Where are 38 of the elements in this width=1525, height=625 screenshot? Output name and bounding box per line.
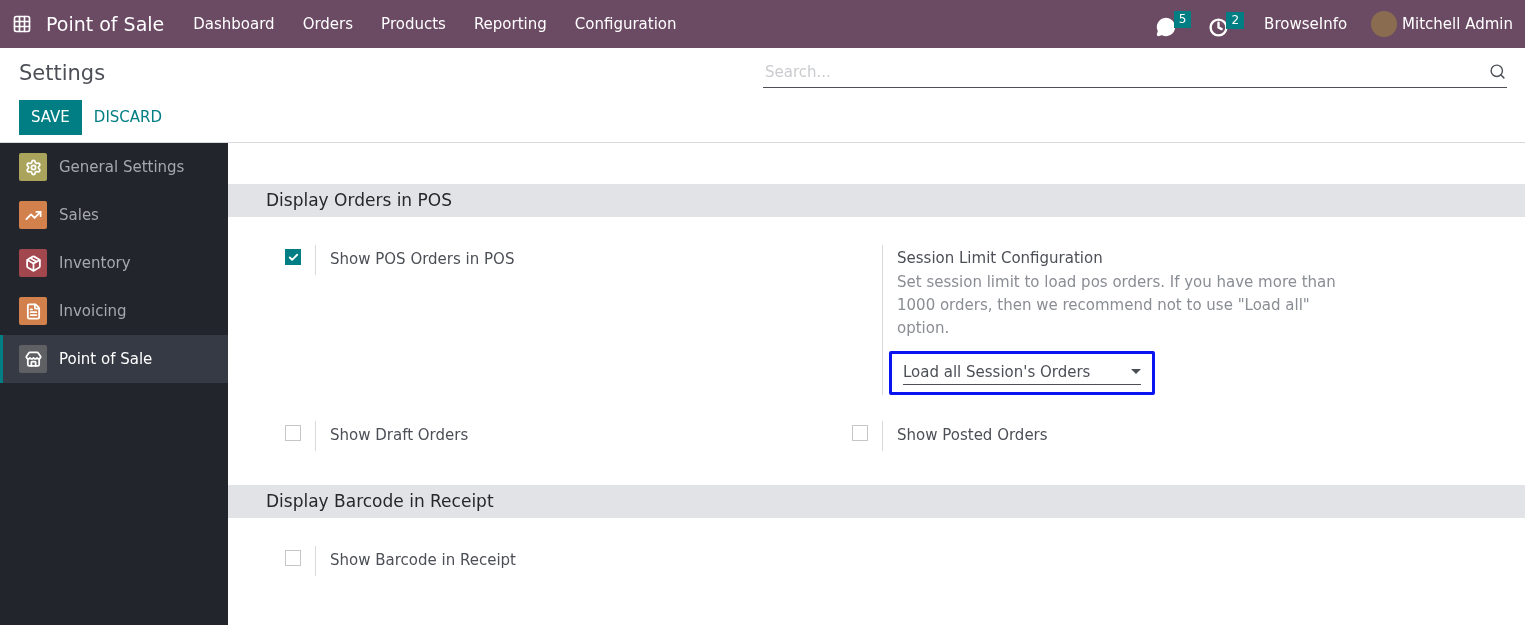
select-field[interactable]: Load all Session's Orders <box>903 360 1141 385</box>
page-title: Settings <box>19 60 107 87</box>
save-button[interactable]: SAVE <box>19 99 82 135</box>
setting-label: Show POS Orders in POS <box>330 250 515 268</box>
count-badge: 5 <box>1173 11 1192 28</box>
checkbox[interactable] <box>285 550 301 566</box>
sidebar-item[interactable]: Point of Sale <box>0 335 228 383</box>
apps-menu-icon[interactable] <box>12 14 32 34</box>
setting-description: Set session limit to load pos orders. If you have more than 1000 orders, then we recommend not to use "Load all" option. <box>897 271 1337 339</box>
setting-label: Show Posted Orders <box>897 426 1048 444</box>
setting-label: Show Draft Orders <box>330 426 469 444</box>
discard-button[interactable]: DISCARD <box>81 99 175 135</box>
section-header: Display Barcode in Receipt <box>228 485 1525 518</box>
nav-menu-item[interactable]: Configuration <box>560 12 691 36</box>
nav-menu-item[interactable]: Orders <box>288 12 368 36</box>
sidebar-item[interactable]: Sales <box>0 191 228 239</box>
user-menu[interactable]: Mitchell Admin <box>1402 12 1513 36</box>
check-icon <box>287 251 299 263</box>
app-name[interactable]: Point of Sale <box>46 9 165 39</box>
checkbox[interactable] <box>285 249 301 265</box>
setting-title: Session Limit Configuration <box>897 248 1103 269</box>
sidebar-item[interactable]: Invoicing <box>0 287 228 335</box>
section-header: Display Orders in POS <box>228 184 1525 217</box>
checkbox[interactable] <box>285 425 301 441</box>
nav-menu-item[interactable]: Reporting <box>459 12 561 36</box>
caret-icon <box>1131 369 1141 375</box>
chat-icon[interactable] <box>1155 17 1176 37</box>
sidebar-item[interactable]: Inventory <box>0 239 228 287</box>
nav-menu-item[interactable]: Dashboard <box>179 12 289 36</box>
search-icon[interactable] <box>1489 63 1506 80</box>
clock-icon[interactable] <box>1209 17 1229 37</box>
setting-label: Show Barcode in Receipt <box>330 551 516 569</box>
avatar <box>1371 11 1398 37</box>
checkbox[interactable] <box>852 425 868 441</box>
nav-menu-item[interactable]: Products <box>367 12 460 36</box>
count-badge: 2 <box>1226 11 1245 29</box>
sidebar-item[interactable]: General Settings <box>0 143 228 191</box>
company-switcher[interactable]: BrowseInfo <box>1264 12 1348 36</box>
